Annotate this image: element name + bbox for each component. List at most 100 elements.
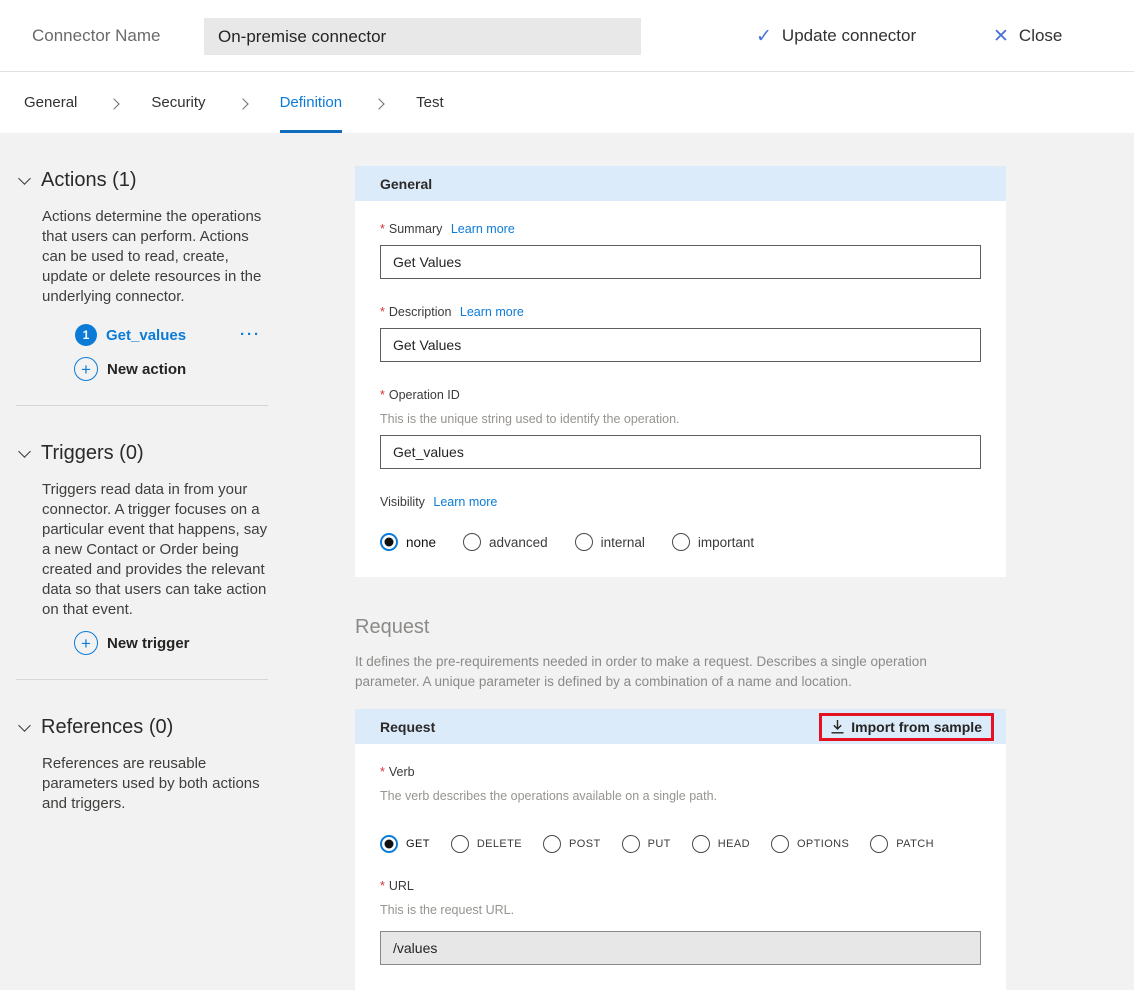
tab-security[interactable]: Security <box>151 72 205 133</box>
action-item-label: Get_values <box>106 327 186 344</box>
visibility-radio-none[interactable]: none <box>380 533 436 551</box>
tab-general[interactable]: General <box>24 72 77 133</box>
url-hint: This is the request URL. <box>380 903 981 917</box>
request-card: Request Import from sample *Verb The ver… <box>355 709 1006 990</box>
required-marker: * <box>380 305 385 319</box>
request-card-title: Request <box>380 719 435 735</box>
tab-definition[interactable]: Definition <box>280 72 343 133</box>
required-marker: * <box>380 879 385 893</box>
visibility-field: Visibility Learn more none advanced inte… <box>380 495 981 551</box>
download-icon <box>831 720 844 734</box>
general-card-body: *Summary Learn more * Description Learn m… <box>355 201 1006 577</box>
operation-id-label: Operation ID <box>389 388 460 402</box>
verb-label: Verb <box>389 765 415 779</box>
request-section-heading: Request <box>355 616 1006 639</box>
wizard-tab-bar: General Security Definition Test <box>0 72 1134 133</box>
operation-id-hint: This is the unique string used to identi… <box>380 412 981 426</box>
radio-icon <box>870 835 888 853</box>
radio-icon <box>451 835 469 853</box>
verb-radio-options[interactable]: OPTIONS <box>771 835 849 853</box>
required-marker: * <box>380 765 385 779</box>
chevron-right-icon <box>373 98 384 109</box>
new-action-label: New action <box>107 361 186 378</box>
verb-radio-head[interactable]: HEAD <box>692 835 750 853</box>
verb-radio-post[interactable]: POST <box>543 835 601 853</box>
sidebar-divider <box>16 679 268 680</box>
plus-icon: + <box>74 631 98 655</box>
visibility-radio-internal[interactable]: internal <box>575 533 645 551</box>
verb-radio-delete[interactable]: DELETE <box>451 835 522 853</box>
actions-section-header[interactable]: Actions (1) <box>20 169 355 192</box>
operation-id-field: * Operation ID This is the unique string … <box>380 388 981 469</box>
general-card: General *Summary Learn more * Description… <box>355 166 1006 577</box>
radio-icon <box>672 533 690 551</box>
general-card-title: General <box>380 176 432 192</box>
new-trigger-label: New trigger <box>107 635 190 652</box>
references-description: References are reusable parameters used … <box>42 754 276 814</box>
verb-radio-patch[interactable]: PATCH <box>870 835 934 853</box>
plus-icon: + <box>74 357 98 381</box>
description-input[interactable] <box>380 328 981 362</box>
import-from-sample-label: Import from sample <box>851 719 982 735</box>
description-learn-more-link[interactable]: Learn more <box>460 305 524 319</box>
top-bar: Connector Name ✓ Update connector ✕ Clos… <box>0 0 1134 72</box>
url-input[interactable] <box>380 931 981 965</box>
update-connector-button[interactable]: ✓ Update connector <box>756 0 916 72</box>
update-connector-label: Update connector <box>782 26 916 46</box>
radio-icon <box>692 835 710 853</box>
operation-id-input[interactable] <box>380 435 981 469</box>
summary-input[interactable] <box>380 245 981 279</box>
radio-icon <box>771 835 789 853</box>
radio-icon <box>463 533 481 551</box>
action-count-badge: 1 <box>75 324 97 346</box>
chevron-right-icon <box>237 98 248 109</box>
connector-name-input[interactable] <box>204 18 641 55</box>
general-card-header: General <box>355 166 1006 201</box>
description-label: Description <box>389 305 452 319</box>
verb-radio-group: GET DELETE POST PUT <box>380 835 981 853</box>
action-item-get-values[interactable]: 1 Get_values ··· <box>75 324 261 346</box>
description-field: * Description Learn more <box>380 305 981 362</box>
request-card-header: Request Import from sample <box>355 709 1006 744</box>
verb-radio-get[interactable]: GET <box>380 835 430 853</box>
import-from-sample-button[interactable]: Import from sample <box>819 713 994 741</box>
chevron-down-icon <box>18 172 31 185</box>
summary-learn-more-link[interactable]: Learn more <box>451 222 515 236</box>
radio-icon <box>543 835 561 853</box>
actions-description: Actions determine the operations that us… <box>42 207 276 307</box>
check-icon: ✓ <box>756 27 772 46</box>
more-options-icon[interactable]: ··· <box>240 331 261 339</box>
close-button[interactable]: ✕ Close <box>993 0 1062 72</box>
verb-radio-put[interactable]: PUT <box>622 835 671 853</box>
radio-icon <box>622 835 640 853</box>
chevron-down-icon <box>18 719 31 732</box>
url-field: * URL This is the request URL. <box>380 879 981 965</box>
new-trigger-button[interactable]: + New trigger <box>74 631 355 655</box>
close-icon: ✕ <box>993 27 1009 46</box>
required-marker: * <box>380 222 385 236</box>
triggers-title: Triggers (0) <box>41 442 144 465</box>
request-section-description: It defines the pre-requirements needed i… <box>355 652 980 692</box>
tab-test[interactable]: Test <box>416 72 444 133</box>
url-label: URL <box>389 879 414 893</box>
new-action-button[interactable]: + New action <box>74 357 355 381</box>
visibility-radio-advanced[interactable]: advanced <box>463 533 548 551</box>
verb-field: *Verb The verb describes the operations … <box>380 765 981 853</box>
close-label: Close <box>1019 26 1062 46</box>
triggers-section-header[interactable]: Triggers (0) <box>20 442 355 465</box>
required-marker: * <box>380 388 385 402</box>
chevron-down-icon <box>18 445 31 458</box>
connector-name-label: Connector Name <box>32 0 161 72</box>
chevron-right-icon <box>109 98 120 109</box>
visibility-label: Visibility <box>380 495 425 509</box>
definition-sidebar: Actions (1) Actions determine the operat… <box>0 133 355 814</box>
summary-field: *Summary Learn more <box>380 222 981 279</box>
radio-icon <box>380 835 398 853</box>
references-section-header[interactable]: References (0) <box>20 716 355 739</box>
radio-icon <box>575 533 593 551</box>
visibility-learn-more-link[interactable]: Learn more <box>433 495 497 509</box>
actions-title: Actions (1) <box>41 169 137 192</box>
visibility-radio-important[interactable]: important <box>672 533 754 551</box>
references-title: References (0) <box>41 716 173 739</box>
triggers-description: Triggers read data in from your connecto… <box>42 480 276 620</box>
